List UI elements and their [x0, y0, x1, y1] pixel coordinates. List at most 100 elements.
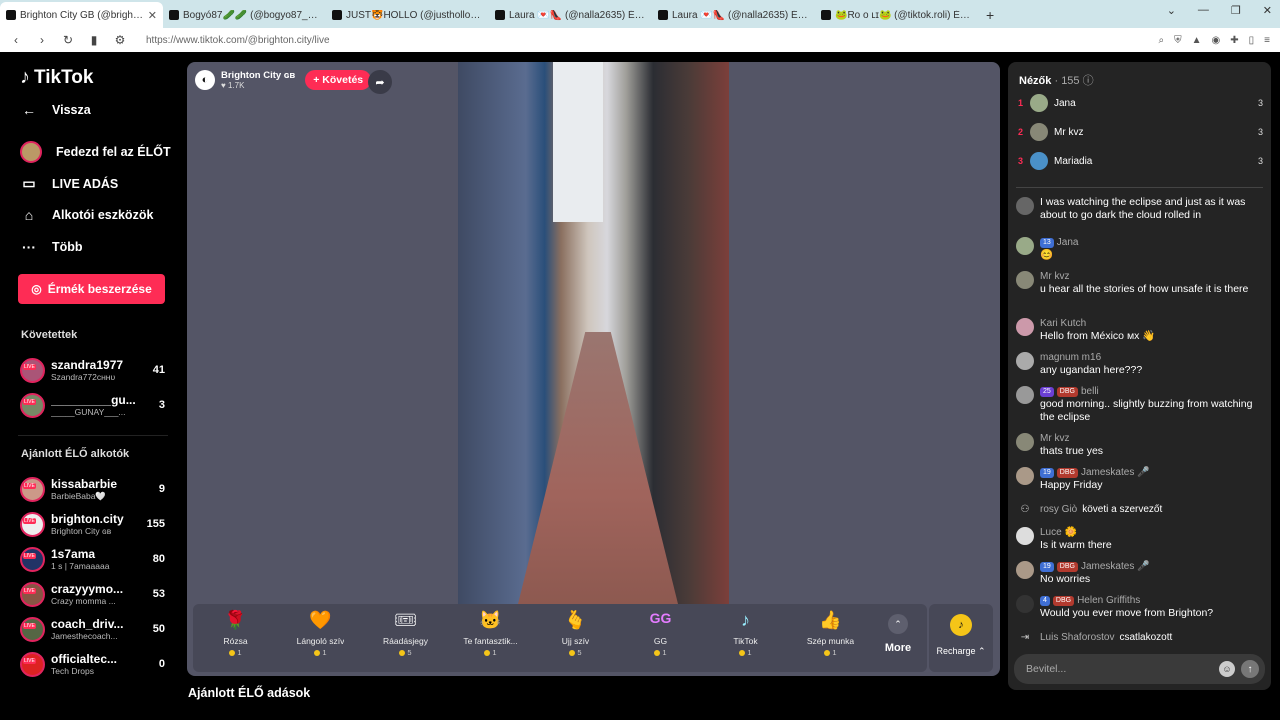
coin-icon: [229, 649, 236, 656]
avatar: [1016, 386, 1034, 404]
nav-explore-live[interactable]: Fedezd fel az ÉLŐT: [20, 141, 171, 163]
recommended-account[interactable]: LIVE 1s7ama 1 s | 7amaaaaa 80: [20, 544, 165, 574]
send-icon[interactable]: ↑: [1241, 660, 1259, 678]
coin-icon: [654, 649, 661, 656]
live-badge: LIVE: [23, 552, 36, 559]
url-field[interactable]: https://www.tiktok.com/@brighton.city/li…: [146, 35, 1159, 46]
tiktok-favicon-icon: [658, 10, 668, 20]
close-window-icon[interactable]: ✕: [1263, 4, 1272, 17]
warning-icon[interactable]: ▲: [1192, 35, 1202, 46]
minimize-icon[interactable]: —: [1198, 4, 1209, 17]
house-icon: ⌂: [24, 207, 34, 223]
coin-icon: [399, 649, 406, 656]
host-avatar[interactable]: ◐: [195, 70, 215, 90]
host-likes: ♥ 1.7K: [221, 81, 245, 90]
tiktok-favicon-icon: [169, 10, 179, 20]
site-settings-icon[interactable]: ⚙: [110, 33, 130, 47]
top-viewer-row[interactable]: 2 Mr kvz 3: [1018, 121, 1263, 143]
chat-message: Luce 🌼 Is it warm there: [1016, 526, 1266, 552]
share-icon[interactable]: ➦: [368, 70, 392, 94]
live-badge: LIVE: [23, 363, 36, 370]
browser-tab[interactable]: Brighton City GB (@brighton... ✕: [0, 2, 163, 28]
gift-item[interactable]: GG GG 1: [618, 604, 703, 672]
gift-item[interactable]: ♪ TikTok 1: [703, 604, 788, 672]
sidebar-icon[interactable]: ▯: [1249, 35, 1255, 46]
top-viewer-row[interactable]: 3 Mariadia 3: [1018, 150, 1263, 172]
following-title: Követettek: [21, 329, 78, 341]
back-icon[interactable]: ‹: [6, 33, 26, 47]
get-coins-button[interactable]: ◎ Érmék beszerzése: [18, 274, 165, 304]
browser-tab[interactable]: JUST🐯HOLLO (@justholloadam) ÉLŐ: [326, 2, 489, 28]
avatar: [1016, 595, 1034, 613]
system-message: ⇥ Luis Shaforostov csatlakozott: [1016, 632, 1266, 643]
nav-creator-tools[interactable]: ⌂ Alkotói eszközök: [20, 207, 154, 223]
following-account[interactable]: LIVE szandra1977 Szandra772ᴄʜʜᴜ 41: [20, 355, 165, 385]
more-gifts-button[interactable]: ⌃ More: [873, 604, 923, 672]
browser-tab[interactable]: 🐸Ro o ʟɪ🐸 (@tiktok.roli) ÉLŐ adá: [815, 2, 978, 28]
chat-message: 19 DBG Jameskates 🎤 No worries: [1016, 560, 1266, 586]
gift-item[interactable]: 👍 Szép munka 1: [788, 604, 873, 672]
follow-button[interactable]: + Követés: [305, 70, 372, 90]
recommended-account[interactable]: LIVE officialtec... Tech Drops 0: [20, 649, 165, 679]
divider: [18, 435, 168, 436]
level-badge: 4: [1040, 595, 1050, 606]
recharge-button[interactable]: ♪ Recharge ⌃: [929, 604, 993, 672]
chat-message: 25 DBG belli good morning.. slightly buzzin…: [1016, 385, 1266, 424]
coin-icon: [569, 649, 576, 656]
recommended-account[interactable]: LIVE coach_driv... Jamesthecoach... 50: [20, 614, 165, 644]
tiktok-logo[interactable]: ♪ TikTok: [20, 66, 93, 89]
avatar: LIVE: [20, 357, 45, 383]
tiktok-favicon-icon: [821, 10, 831, 20]
avatar: [1016, 237, 1034, 255]
top-viewer-row[interactable]: 1 Jana 3: [1018, 92, 1263, 114]
finger-heart-icon: 🫰: [564, 610, 587, 630]
recommended-account[interactable]: LIVE crazyyymo... Crazy momma ... 53: [20, 579, 165, 609]
viewers-header[interactable]: Nézők · 155 ⓘ: [1019, 72, 1094, 88]
gift-item[interactable]: 🎟 Ráadásjegy 5: [363, 604, 448, 672]
restore-icon[interactable]: ❐: [1231, 4, 1241, 17]
live-badge: LIVE: [23, 657, 36, 664]
live-video[interactable]: [458, 62, 729, 604]
close-tab-icon[interactable]: ✕: [148, 9, 157, 22]
rose-icon: 🌹: [224, 610, 247, 630]
gift-item[interactable]: 🫰 Ujj szív 5: [533, 604, 618, 672]
new-tab-icon[interactable]: +: [978, 2, 1002, 28]
avatar: LIVE: [20, 581, 45, 607]
browser-tab[interactable]: Laura 💌👠 (@nalla2635) ÉLŐ adá: [652, 2, 815, 28]
back-button[interactable]: ← Vissza: [20, 102, 91, 118]
nav-more[interactable]: ··· Több: [20, 239, 83, 255]
browser-tab[interactable]: Laura 💌👠 (@nalla2635) ÉLŐ adá: [489, 2, 652, 28]
tab-list-chevron-icon[interactable]: ⌄: [1167, 4, 1176, 17]
gift-item[interactable]: 🐱 Te fantasztik... 1: [448, 604, 533, 672]
coin-icon: [484, 649, 491, 656]
level-badge: 19: [1040, 467, 1054, 478]
level-badge: 25: [1040, 386, 1054, 397]
following-account[interactable]: LIVE _________gu... _____GUNAY___... 3: [20, 390, 165, 420]
chat-input[interactable]: [1026, 663, 1219, 675]
avatar: [1030, 123, 1048, 141]
emoji-icon[interactable]: ☺: [1219, 661, 1235, 677]
chat-message: 13 Jana 😊: [1016, 236, 1266, 262]
gift-item[interactable]: 🧡 Lángoló szív 1: [278, 604, 363, 672]
host-info: ◐ Brighton City ɢʙ ♥ 1.7K + Követés: [195, 70, 372, 90]
browser-tab[interactable]: Bogyó87🥒🥒 (@bogyo87_) ÉLŐ a: [163, 2, 326, 28]
extensions-toolbar: ⌕ ⛨ ▲ ◉ ✚ ▯ ≡: [1159, 35, 1271, 46]
fan-club-badge: DBG: [1056, 467, 1078, 478]
tiktok-favicon-icon: [495, 10, 505, 20]
bookmark-icon[interactable]: ▮: [84, 33, 104, 47]
zoom-icon[interactable]: ⌕: [1159, 35, 1165, 46]
gift-item[interactable]: 🌹 Rózsa 1: [193, 604, 278, 672]
recommended-account[interactable]: LIVE kissabarbie BarbieBaba🤍 9: [20, 474, 165, 504]
menu-icon[interactable]: ≡: [1264, 35, 1270, 46]
shield-icon[interactable]: ⛨: [1174, 35, 1182, 46]
recommended-account[interactable]: LIVE brighton.city Brighton City ɢʙ 155: [20, 509, 165, 539]
host-name[interactable]: Brighton City ɢʙ: [221, 70, 295, 81]
reload-icon[interactable]: ↻: [58, 33, 78, 47]
tiktok-favicon-icon: [332, 10, 342, 20]
avatar: [1030, 94, 1048, 112]
extension-icon[interactable]: ◉: [1212, 35, 1221, 46]
forward-icon[interactable]: ›: [32, 33, 52, 47]
nav-go-live[interactable]: ▭ LIVE ADÁS: [20, 175, 118, 192]
info-icon[interactable]: ⓘ: [1083, 75, 1094, 87]
puzzle-icon[interactable]: ✚: [1230, 35, 1238, 46]
